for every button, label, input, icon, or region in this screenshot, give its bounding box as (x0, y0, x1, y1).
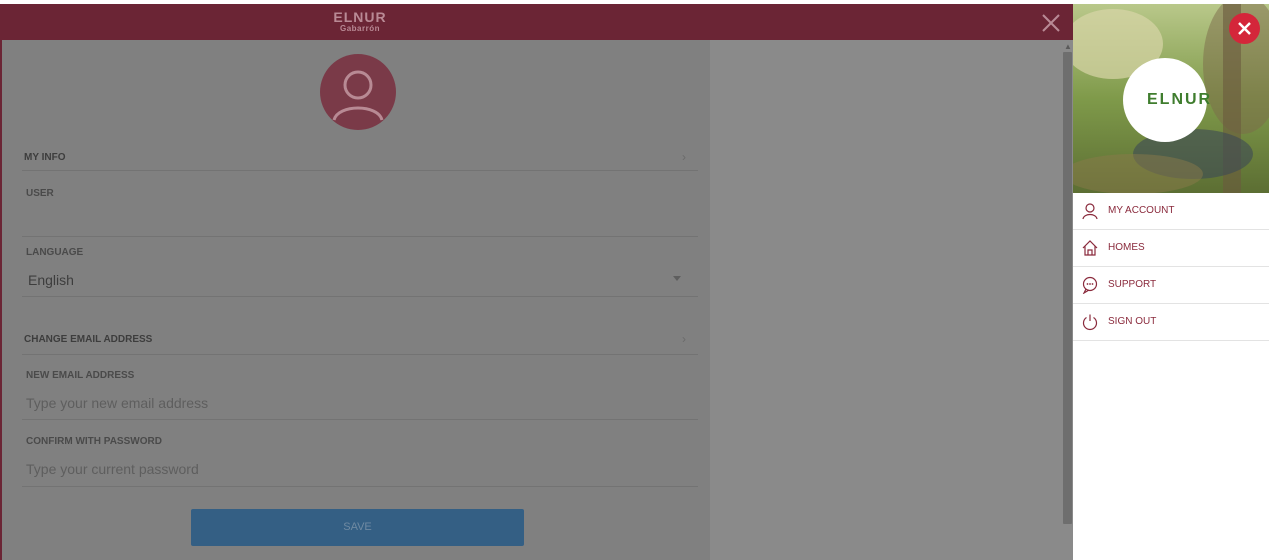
menu-item-label: SIGN OUT (1108, 316, 1157, 327)
divider (22, 236, 698, 237)
close-icon (1238, 22, 1251, 35)
menu-item-homes[interactable]: HOMES (1073, 230, 1269, 267)
menu-item-my-account[interactable]: MY ACCOUNT (1073, 193, 1269, 230)
divider (22, 354, 698, 355)
scroll-up-arrow-icon[interactable]: ▲ (1064, 42, 1072, 51)
chevron-down-icon[interactable] (673, 276, 681, 281)
divider (22, 419, 698, 420)
app-window: ELNUR Gabarrón ▲ MY INFO › USER LANGUAGE… (0, 0, 1269, 560)
language-select[interactable]: English (28, 272, 74, 288)
menu-item-sign-out[interactable]: SIGN OUT (1073, 304, 1269, 341)
divider (22, 486, 698, 487)
scrollbar-thumb[interactable] (1063, 52, 1072, 524)
language-label: LANGUAGE (26, 247, 84, 258)
top-bar: ELNUR Gabarrón (0, 0, 1073, 40)
menu-item-label: HOMES (1108, 242, 1145, 253)
home-icon (1082, 240, 1098, 256)
divider (22, 296, 698, 297)
brand-logo-text: ELNUR (1147, 91, 1213, 108)
avatar[interactable] (320, 54, 396, 130)
close-icon[interactable] (1040, 12, 1062, 34)
side-menu-close-button[interactable] (1229, 13, 1260, 44)
chat-icon (1082, 276, 1098, 294)
save-button[interactable]: SAVE (191, 509, 524, 546)
menu-item-label: SUPPORT (1108, 279, 1157, 290)
user-avatar-icon (332, 70, 384, 121)
confirm-password-label: CONFIRM WITH PASSWORD (26, 436, 162, 447)
user-icon (1082, 203, 1098, 220)
chevron-right-icon[interactable]: › (682, 332, 686, 346)
menu-item-support[interactable]: SUPPORT (1073, 267, 1269, 304)
chevron-right-icon[interactable]: › (682, 150, 686, 164)
power-icon (1082, 314, 1098, 331)
header-logo: ELNUR Gabarrón (330, 10, 390, 33)
change-email-section[interactable]: CHANGE EMAIL ADDRESS (24, 334, 152, 345)
password-field[interactable]: Type your current password (26, 461, 199, 477)
new-email-field[interactable]: Type your new email address (26, 395, 208, 411)
background-area (710, 40, 1073, 560)
divider (22, 170, 698, 171)
my-info-section[interactable]: MY INFO (24, 152, 65, 163)
user-label: USER (26, 188, 54, 199)
header-logo-text: ELNUR (333, 9, 387, 25)
new-email-label: NEW EMAIL ADDRESS (26, 370, 135, 381)
menu-item-label: MY ACCOUNT (1108, 205, 1175, 216)
header-logo-subtext: Gabarrón (339, 24, 380, 33)
